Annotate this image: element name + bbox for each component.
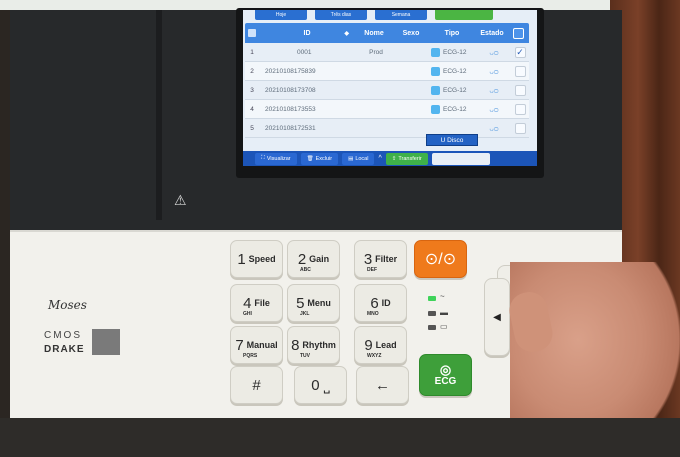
trash-icon: 🗑 [306, 155, 314, 162]
background-floor [0, 418, 680, 457]
key-lead[interactable]: 9 Lead WXYZ [354, 326, 407, 364]
charging-icon: ▭ [440, 322, 448, 331]
bottom-toolbar: ⛶ Visualizar 🗑 Excluir ▤ Local ^ ⇪ Transferi… [243, 151, 537, 166]
row-checkbox[interactable] [514, 65, 526, 77]
key-hash[interactable]: # [230, 366, 283, 404]
warning-icon: ⚠ [174, 192, 187, 208]
ecg-file-icon [431, 85, 440, 95]
charging-led [428, 325, 436, 330]
key-menu[interactable]: 5 Menu JKL [287, 284, 340, 322]
status-icon: ᴗᴑ [489, 123, 499, 133]
records-table: ID ◆ Nome Sexo Tipo Estado 1 0001 Prod EC… [245, 23, 529, 138]
status-icon: ᴗᴑ [489, 47, 499, 57]
dpad-left-button[interactable]: ◀ [484, 278, 510, 356]
key-file[interactable]: 4 File GHI [230, 284, 283, 322]
visualizar-button[interactable]: ⛶ Visualizar [255, 152, 297, 165]
table-row[interactable]: 4 20210108173553 ECG-12 ᴗᴑ [245, 100, 529, 119]
col-nome[interactable]: Nome [355, 30, 393, 37]
drake-logo-icon [92, 329, 120, 355]
table-row[interactable]: 3 20210108173708 ECG-12 ᴗᴑ [245, 81, 529, 100]
key-filter[interactable]: 3 Filter DEF [354, 240, 407, 278]
table-row[interactable]: 1 0001 Prod ECG-12 ᴗᴑ ✓ [245, 43, 529, 62]
tab-today[interactable]: Hoje [255, 10, 307, 20]
row-checkbox[interactable] [514, 122, 526, 134]
ecg-icon: ◎ [439, 362, 452, 377]
ecg-file-icon [431, 66, 440, 76]
row-checkbox[interactable] [514, 103, 526, 115]
status-icon: ᴗᴑ [489, 85, 499, 95]
key-gain[interactable]: 2 Gain ABC [287, 240, 340, 278]
select-all-checkbox[interactable] [512, 27, 524, 39]
local-button[interactable]: ▤ Local [342, 152, 375, 165]
table-row[interactable]: 5 20210108172531 ᴗᴑ [245, 119, 529, 138]
chevron-up-icon[interactable]: ^ [378, 155, 381, 162]
key-manual[interactable]: 7 Manual PQRS [230, 326, 283, 364]
col-id[interactable]: ID ◆ [259, 30, 355, 37]
ecg-file-icon [431, 47, 440, 57]
power-button[interactable]: ⊙/⊙ [414, 240, 467, 278]
battery-icon: ▬ [440, 308, 448, 317]
usb-disk-option[interactable]: U Disco [426, 134, 478, 146]
transfer-icon: ⇪ [391, 155, 397, 162]
ac-power-led [428, 296, 436, 301]
empty-toolbar-slot [431, 152, 490, 165]
row-checkbox[interactable] [514, 84, 526, 96]
tab-three-days[interactable]: Três dias [315, 10, 367, 20]
device-screen: Hoje Três dias Semana ID ◆ Nome Sexo Tipo… [243, 10, 537, 166]
transferir-button[interactable]: ⇪ Transferir [385, 152, 428, 165]
key-rhythm[interactable]: 8 Rhythm TUV [287, 326, 340, 364]
col-tipo[interactable]: Tipo [429, 30, 475, 37]
folder-icon: ▤ [348, 155, 354, 162]
status-icon: ᴗᴑ [489, 104, 499, 114]
tab-other[interactable] [435, 10, 493, 20]
brand-drake: DRAKE [44, 344, 85, 355]
device-seam [156, 10, 162, 220]
status-icon: ᴗᴑ [489, 66, 499, 76]
ac-power-icon: ~ [440, 292, 445, 301]
view-icon: ⛶ [261, 155, 265, 161]
key-speed[interactable]: 1 Speed [230, 240, 283, 278]
battery-led [428, 311, 436, 316]
key-id[interactable]: 6 ID MNO [354, 284, 407, 322]
table-header: ID ◆ Nome Sexo Tipo Estado [245, 23, 529, 43]
col-sexo[interactable]: Sexo [393, 30, 429, 37]
brand-cmos: CMOS [44, 330, 82, 341]
header-marker [248, 29, 256, 37]
arrow-left-icon: ◀ [493, 311, 501, 323]
ecg-start-button[interactable]: ◎ ECG [419, 354, 472, 396]
tab-week[interactable]: Semana [375, 10, 427, 20]
table-row[interactable]: 2 20210108175839 ECG-12 ᴗᴑ [245, 62, 529, 81]
excluir-button[interactable]: 🗑 Excluir [300, 152, 339, 165]
sort-icon: ◆ [344, 30, 349, 37]
key-backspace[interactable]: ← [356, 366, 409, 404]
key-zero-space[interactable]: 0 ⎵ [294, 366, 347, 404]
col-estado[interactable]: Estado [475, 30, 509, 37]
ecg-file-icon [431, 104, 440, 114]
brand-moses-logo: Moses [48, 298, 87, 312]
date-filter-tabs: Hoje Três dias Semana [243, 10, 537, 22]
row-checkbox[interactable]: ✓ [514, 46, 526, 58]
